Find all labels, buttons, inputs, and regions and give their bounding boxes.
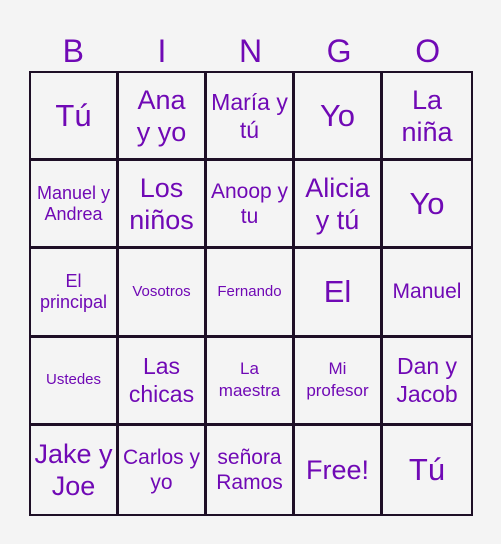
cell-label: Ana y yo (136, 84, 187, 147)
header-letter-n: N (238, 33, 263, 69)
cell-label: La maestra (218, 359, 281, 401)
bingo-cell[interactable]: El (295, 249, 383, 338)
cell-label: Free! (305, 454, 370, 485)
bingo-cell[interactable]: Vosotros (119, 249, 207, 338)
bingo-cell[interactable]: Carlos y yo (119, 425, 207, 514)
header-letter-g: G (326, 33, 352, 69)
bingo-cell[interactable]: Mi profesor (295, 337, 383, 426)
cell-label: Vosotros (132, 282, 191, 300)
bingo-cell[interactable]: Manuel (383, 249, 471, 338)
bingo-cell[interactable]: La maestra (207, 337, 295, 426)
header-letter-b: B (62, 33, 84, 69)
cell-label: El (323, 273, 352, 309)
bingo-cell[interactable]: María y tú (207, 73, 295, 162)
bingo-cell[interactable]: Yo (383, 161, 471, 250)
bingo-cell[interactable]: Dan y Jacob (383, 338, 471, 426)
bingo-cell[interactable]: señora Ramos (207, 425, 295, 514)
cell-label: Los niños (129, 172, 194, 235)
free-space-cell[interactable]: Free! (295, 425, 383, 514)
cell-label: Mi profesor (306, 359, 369, 401)
cell-label: Yo (319, 97, 356, 133)
cell-label: Yo (409, 185, 445, 221)
bingo-cell[interactable]: Ustedes (31, 337, 119, 426)
cell-label: Manuel y Andrea (36, 182, 111, 224)
bingo-cell[interactable]: Anoop y tu (207, 161, 295, 250)
bingo-cell[interactable]: Ana y yo (119, 73, 207, 162)
bingo-cell[interactable]: Los niños (119, 161, 207, 250)
bingo-cell[interactable]: Yo (295, 73, 383, 162)
header-letter-i: I (157, 33, 167, 69)
cell-label: Dan y Jacob (396, 353, 458, 408)
cell-label: Manuel (392, 280, 462, 304)
cell-label: El principal (39, 270, 108, 312)
bingo-cell[interactable]: Alicia y tú (295, 161, 383, 250)
bingo-cell[interactable]: Manuel y Andrea (31, 161, 119, 250)
cell-label: Anoop y tu (210, 179, 289, 228)
cell-label: Las chicas (128, 353, 195, 408)
cell-label: La niña (401, 84, 453, 147)
bingo-board: Tú Ana y yo María y tú Yo La niña Manuel… (29, 71, 473, 516)
bingo-cell[interactable]: Fernando (207, 249, 295, 338)
bingo-cell[interactable]: La niña (383, 73, 471, 162)
cell-label: Alicia y tú (305, 172, 370, 235)
cell-label: Carlos y yo (122, 445, 201, 494)
header-letter-o: O (415, 33, 441, 69)
cell-label: Tú (408, 451, 446, 487)
cell-label: Fernando (217, 282, 282, 300)
bingo-header: B I N G O (29, 30, 472, 72)
cell-label: señora Ramos (216, 445, 283, 494)
cell-label: María y tú (211, 88, 288, 143)
cell-label: Jake y Joe (34, 438, 113, 501)
bingo-cell[interactable]: Las chicas (119, 337, 207, 426)
bingo-cell[interactable]: Tú (383, 426, 471, 514)
bingo-cell[interactable]: El principal (31, 249, 119, 338)
bingo-cell[interactable]: Tú (31, 73, 119, 162)
cell-label: Tú (55, 97, 92, 133)
bingo-cell[interactable]: Jake y Joe (31, 425, 119, 514)
cell-label: Ustedes (45, 371, 102, 389)
